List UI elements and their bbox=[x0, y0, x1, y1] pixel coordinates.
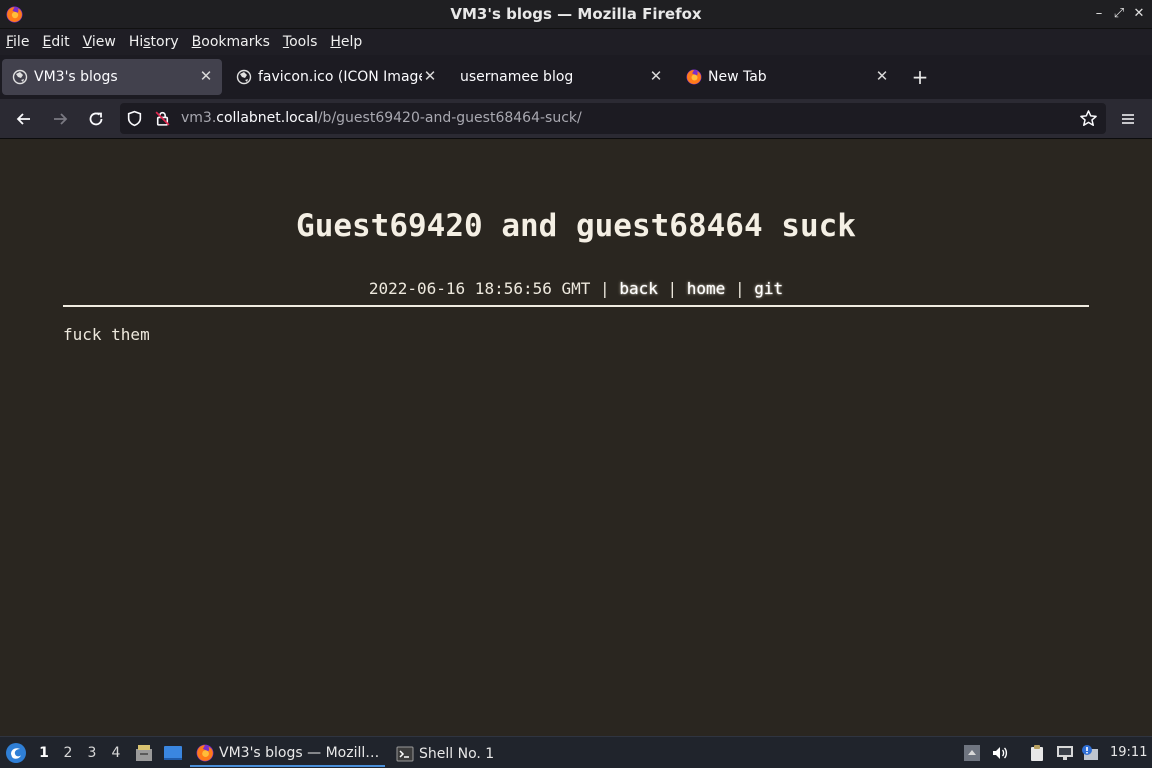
network-icon[interactable] bbox=[1056, 744, 1074, 762]
notification-icon[interactable] bbox=[1081, 744, 1099, 762]
close-tab-icon[interactable]: ✕ bbox=[198, 68, 214, 84]
forward-button[interactable] bbox=[48, 107, 72, 131]
workspace-2[interactable]: 2 bbox=[60, 745, 76, 761]
volume-icon[interactable] bbox=[991, 744, 1009, 762]
window-title: VM3's blogs — Mozilla Firefox bbox=[450, 5, 702, 23]
git-link[interactable]: git bbox=[754, 279, 783, 298]
globe-icon bbox=[236, 69, 252, 85]
post-meta: 2022-06-16 18:56:56 GMT | back | home | … bbox=[368, 279, 784, 298]
firefox-icon bbox=[686, 69, 702, 85]
close-tab-icon[interactable]: ✕ bbox=[874, 68, 890, 84]
arrow-right-icon bbox=[54, 113, 68, 125]
url-bar[interactable]: vm3.collabnet.local/b/guest69420-and-gue… bbox=[120, 103, 1106, 134]
tab-favicon[interactable]: favicon.ico (ICON Image, ✕ bbox=[226, 59, 446, 95]
show-desktop-icon[interactable] bbox=[163, 743, 183, 763]
taskbar-shell-window[interactable]: Shell No. 1 bbox=[390, 740, 510, 767]
menu-history[interactable]: History bbox=[129, 34, 179, 50]
taskbar: 1 2 3 4 VM3's blogs — Mozill… Shell No. … bbox=[0, 736, 1152, 768]
home-link[interactable]: home bbox=[687, 279, 726, 298]
tray-scroll-up-icon[interactable] bbox=[963, 744, 981, 762]
firefox-icon bbox=[196, 744, 214, 761]
reload-icon bbox=[89, 112, 103, 126]
workspace-3[interactable]: 3 bbox=[84, 745, 100, 761]
post-title: Guest69420 and guest68464 suck bbox=[296, 208, 856, 244]
tab-vm3-blogs[interactable]: VM3's blogs ✕ bbox=[2, 59, 222, 95]
navigation-bar: vm3.collabnet.local/b/guest69420-and-gue… bbox=[0, 99, 1152, 139]
terminal-icon bbox=[396, 746, 414, 761]
post-timestamp: 2022-06-16 18:56:56 GMT bbox=[368, 279, 591, 298]
tab-usernamee-blog[interactable]: usernamee blog ✕ bbox=[450, 59, 672, 95]
new-tab-plus-icon[interactable]: + bbox=[908, 64, 932, 90]
menu-edit[interactable]: Edit bbox=[42, 34, 69, 50]
menu-file[interactable]: File bbox=[6, 34, 29, 50]
window-titlebar: VM3's blogs — Mozilla Firefox – ⤢ ✕ bbox=[0, 0, 1152, 29]
restore-button[interactable]: ⤢ bbox=[1111, 5, 1127, 23]
minimize-button[interactable]: – bbox=[1091, 5, 1107, 23]
menu-bar: File Edit View History Bookmarks Tools H… bbox=[0, 29, 1152, 55]
menu-bookmarks[interactable]: Bookmarks bbox=[192, 34, 270, 50]
post-body: fuck them bbox=[63, 325, 150, 344]
close-tab-icon[interactable]: ✕ bbox=[422, 68, 438, 84]
taskbar-firefox-window[interactable]: VM3's blogs — Mozill… bbox=[190, 740, 385, 767]
back-link[interactable]: back bbox=[619, 279, 658, 298]
workspace-4[interactable]: 4 bbox=[108, 745, 124, 761]
arrow-left-icon bbox=[16, 113, 30, 125]
hamburger-menu-icon bbox=[1122, 114, 1134, 124]
start-menu-icon[interactable] bbox=[5, 742, 27, 764]
clipboard-icon[interactable] bbox=[1028, 744, 1046, 762]
app-menu-button[interactable] bbox=[1116, 107, 1140, 131]
divider bbox=[63, 305, 1089, 307]
close-window-button[interactable]: ✕ bbox=[1131, 5, 1147, 23]
tab-new-tab[interactable]: New Tab ✕ bbox=[676, 59, 898, 95]
reload-button[interactable] bbox=[84, 107, 108, 131]
workspace-1[interactable]: 1 bbox=[36, 745, 52, 761]
taskbar-clock: 19:11 bbox=[1110, 745, 1148, 760]
star-bookmark-icon[interactable] bbox=[1079, 109, 1098, 128]
close-tab-icon[interactable]: ✕ bbox=[648, 68, 664, 84]
globe-icon bbox=[12, 69, 28, 85]
shield-icon[interactable] bbox=[126, 110, 143, 127]
firefox-icon bbox=[6, 6, 23, 23]
page-content: Guest69420 and guest68464 suck 2022-06-1… bbox=[0, 140, 1152, 736]
url-text[interactable]: vm3.collabnet.local/b/guest69420-and-gue… bbox=[181, 110, 582, 126]
menu-view[interactable]: View bbox=[83, 34, 116, 50]
file-manager-icon[interactable] bbox=[134, 743, 154, 763]
tab-strip: VM3's blogs ✕ favicon.ico (ICON Image, ✕… bbox=[0, 55, 1152, 99]
insecure-lock-icon[interactable] bbox=[154, 110, 171, 127]
menu-help[interactable]: Help bbox=[330, 34, 362, 50]
back-button[interactable] bbox=[12, 107, 36, 131]
menu-tools[interactable]: Tools bbox=[283, 34, 318, 50]
